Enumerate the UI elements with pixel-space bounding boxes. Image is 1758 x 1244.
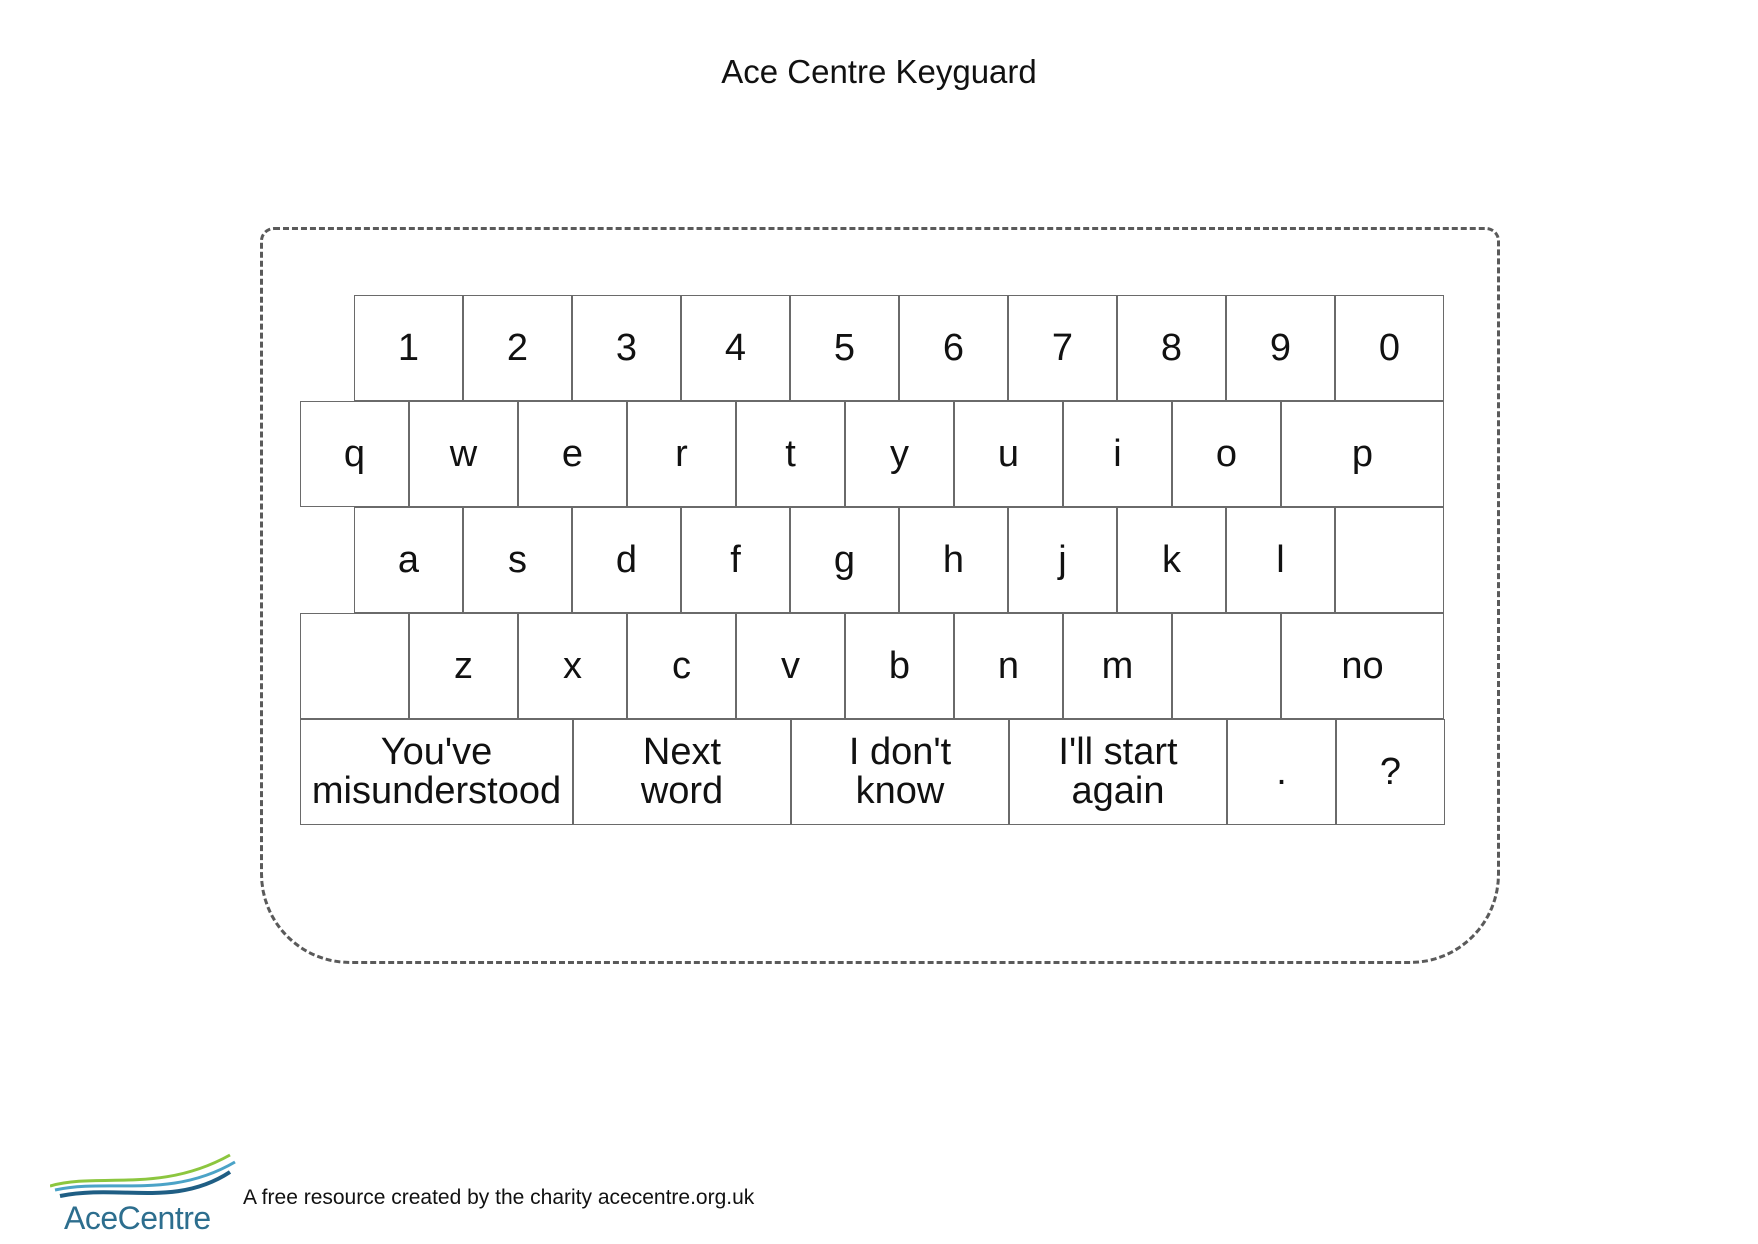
- key-r5-c4[interactable]: I'll start again: [1009, 719, 1227, 825]
- footer: AceCentre A free resource created by the…: [49, 1150, 850, 1240]
- key-r3-c4[interactable]: f: [681, 507, 790, 613]
- key-r2-c7[interactable]: u: [954, 401, 1063, 507]
- key-r4-c5[interactable]: v: [736, 613, 845, 719]
- key-r1-c8[interactable]: 8: [1117, 295, 1226, 401]
- key-r3-c7[interactable]: j: [1008, 507, 1117, 613]
- key-r2-c1[interactable]: q: [300, 401, 409, 507]
- key-r2-c2[interactable]: w: [409, 401, 518, 507]
- key-r1-c6[interactable]: 6: [899, 295, 1008, 401]
- key-r3-c5[interactable]: g: [790, 507, 899, 613]
- key-r1-c4[interactable]: 4: [681, 295, 790, 401]
- key-r3-c9[interactable]: l: [1226, 507, 1335, 613]
- logo-text: AceCentre: [64, 1200, 211, 1236]
- key-r2-c6[interactable]: y: [845, 401, 954, 507]
- key-r1-c10[interactable]: 0: [1335, 295, 1444, 401]
- key-r3-c8[interactable]: k: [1117, 507, 1226, 613]
- key-r4-c6[interactable]: b: [845, 613, 954, 719]
- key-r2-c9[interactable]: o: [1172, 401, 1281, 507]
- key-r2-c4[interactable]: r: [627, 401, 736, 507]
- key-r3-c2[interactable]: s: [463, 507, 572, 613]
- key-r4-c10[interactable]: no: [1281, 613, 1444, 719]
- key-r1-c7[interactable]: 7: [1008, 295, 1117, 401]
- key-r5-c2[interactable]: Next word: [573, 719, 791, 825]
- key-r3-c1[interactable]: a: [354, 507, 463, 613]
- footer-credit-text: A free resource created by the charity a…: [243, 1186, 755, 1209]
- key-r4-c4[interactable]: c: [627, 613, 736, 719]
- acecentre-logo: AceCentre: [49, 1150, 240, 1240]
- key-r5-c5[interactable]: .: [1227, 719, 1336, 825]
- key-r5-c3[interactable]: I don't know: [791, 719, 1009, 825]
- key-r4-c2[interactable]: z: [409, 613, 518, 719]
- page-title: Ace Centre Keyguard: [721, 53, 1037, 90]
- key-r3-c10[interactable]: [1335, 507, 1444, 613]
- key-r2-c5[interactable]: t: [736, 401, 845, 507]
- key-r1-c5[interactable]: 5: [790, 295, 899, 401]
- key-r4-c3[interactable]: x: [518, 613, 627, 719]
- key-r2-c10[interactable]: p: [1281, 401, 1444, 507]
- key-r4-c9[interactable]: [1172, 613, 1281, 719]
- key-r3-c3[interactable]: d: [572, 507, 681, 613]
- key-r2-c8[interactable]: i: [1063, 401, 1172, 507]
- key-r5-c1[interactable]: You've misunderstood: [300, 719, 573, 825]
- key-r1-c1[interactable]: 1: [354, 295, 463, 401]
- key-r1-c3[interactable]: 3: [572, 295, 681, 401]
- key-r1-c9[interactable]: 9: [1226, 295, 1335, 401]
- key-r4-c7[interactable]: n: [954, 613, 1063, 719]
- key-r4-c1[interactable]: [300, 613, 409, 719]
- key-r3-c6[interactable]: h: [899, 507, 1008, 613]
- key-r1-c2[interactable]: 2: [463, 295, 572, 401]
- key-r5-c6[interactable]: ?: [1336, 719, 1445, 825]
- key-r2-c3[interactable]: e: [518, 401, 627, 507]
- key-r4-c8[interactable]: m: [1063, 613, 1172, 719]
